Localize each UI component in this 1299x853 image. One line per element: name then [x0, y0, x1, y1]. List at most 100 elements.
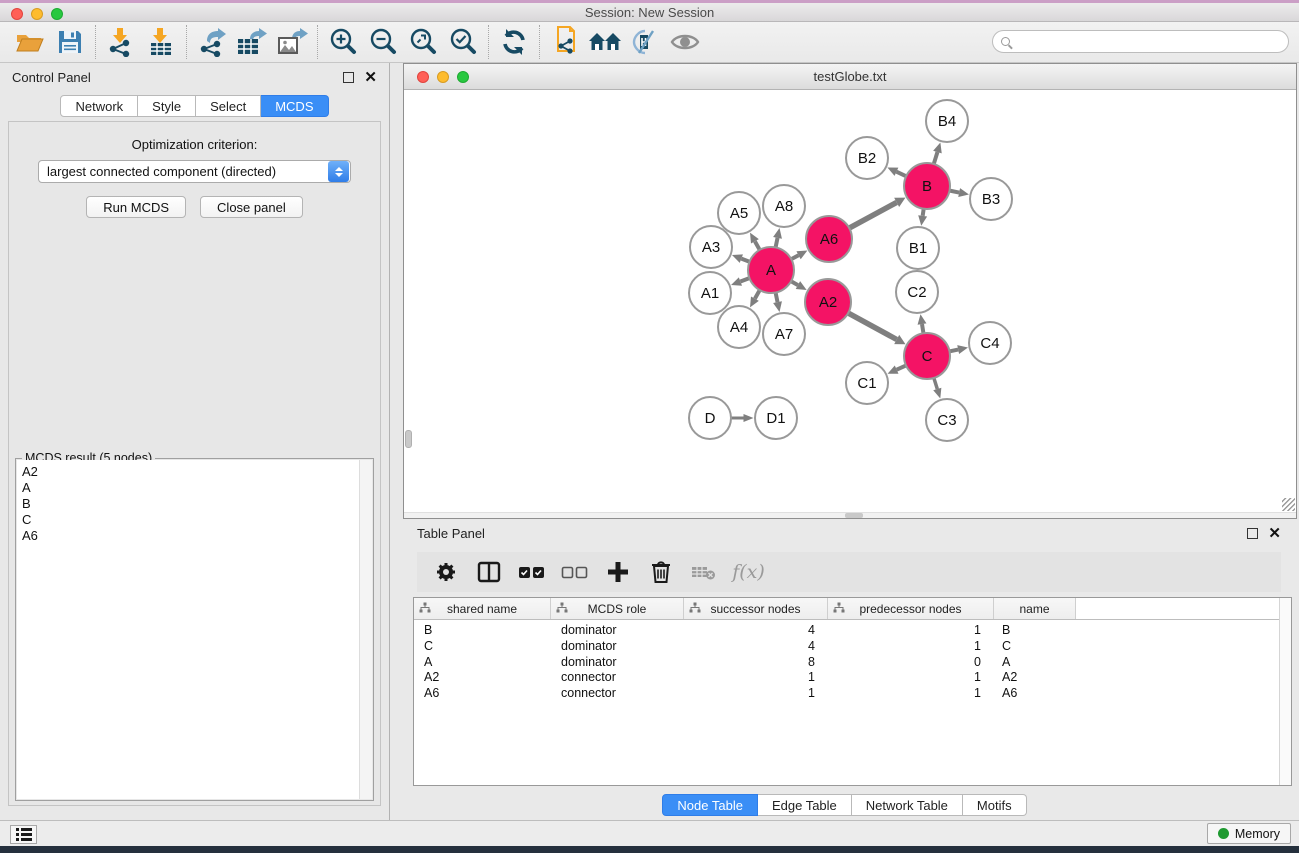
graph-node-C3[interactable]: C3: [926, 399, 968, 441]
cell-mcds-role[interactable]: dominator: [551, 655, 684, 671]
network-vertical-scrollbar[interactable]: [405, 430, 412, 448]
tab-style[interactable]: Style: [138, 95, 196, 117]
graph-node-C[interactable]: C: [904, 333, 950, 379]
network-close-button[interactable]: [417, 71, 429, 83]
graph-node-C1[interactable]: C1: [846, 362, 888, 404]
graph-edge-B-B4[interactable]: [933, 152, 937, 165]
cell-successor-nodes[interactable]: 8: [684, 655, 828, 671]
table-row[interactable]: C dominator 4 1 C: [414, 639, 1291, 655]
first-neighbors-button[interactable]: [545, 25, 585, 59]
column-header-predecessor-nodes[interactable]: predecessor nodes: [828, 598, 994, 619]
cell-successor-nodes[interactable]: 4: [684, 623, 828, 639]
network-window-titlebar[interactable]: testGlobe.txt: [404, 64, 1296, 90]
cell-predecessor-nodes[interactable]: 1: [828, 670, 994, 686]
table-row[interactable]: A6 connector 1 1 A6: [414, 686, 1291, 702]
graph-node-B4[interactable]: B4: [926, 100, 968, 142]
list-item[interactable]: A6: [17, 528, 372, 544]
minimize-window-button[interactable]: [31, 8, 43, 20]
cell-shared-name[interactable]: B: [414, 623, 551, 639]
graph-node-A2[interactable]: A2: [805, 279, 851, 325]
mcds-result-list[interactable]: A2 A B C A6: [17, 460, 372, 799]
save-session-button[interactable]: [50, 25, 90, 59]
cell-shared-name[interactable]: A6: [414, 686, 551, 702]
import-table-button[interactable]: [141, 25, 181, 59]
table-vertical-scrollbar[interactable]: [1279, 598, 1291, 785]
graph-node-B1[interactable]: B1: [897, 227, 939, 269]
table-row[interactable]: A dominator 8 0 A: [414, 655, 1291, 671]
column-header-mcds-role[interactable]: MCDS role: [551, 598, 684, 619]
list-item[interactable]: A2: [17, 464, 372, 480]
list-item[interactable]: A: [17, 480, 372, 496]
float-table-panel-icon[interactable]: [1247, 528, 1258, 539]
network-horizontal-scrollbar[interactable]: [845, 513, 863, 518]
export-image-button[interactable]: [272, 25, 312, 59]
delete-column-button[interactable]: [642, 556, 679, 588]
cell-successor-nodes[interactable]: 4: [684, 639, 828, 655]
delete-table-button[interactable]: [685, 556, 722, 588]
graph-node-A1[interactable]: A1: [689, 272, 731, 314]
tab-select[interactable]: Select: [196, 95, 261, 117]
cell-mcds-role[interactable]: dominator: [551, 623, 684, 639]
resize-grip[interactable]: [1282, 498, 1295, 511]
tab-motifs[interactable]: Motifs: [963, 794, 1027, 816]
close-window-button[interactable]: [11, 8, 23, 20]
graph-node-A8[interactable]: A8: [763, 185, 805, 227]
cell-predecessor-nodes[interactable]: 1: [828, 686, 994, 702]
cell-mcds-role[interactable]: dominator: [551, 639, 684, 655]
add-column-button[interactable]: [599, 556, 636, 588]
import-network-button[interactable]: [101, 25, 141, 59]
tab-node-table[interactable]: Node Table: [662, 794, 758, 816]
network-minimize-button[interactable]: [437, 71, 449, 83]
zoom-selected-button[interactable]: [443, 25, 483, 59]
graph-node-A4[interactable]: A4: [718, 306, 760, 348]
cell-shared-name[interactable]: A2: [414, 670, 551, 686]
graph-node-B2[interactable]: B2: [846, 137, 888, 179]
cell-name[interactable]: A: [994, 655, 1076, 671]
cell-mcds-role[interactable]: connector: [551, 686, 684, 702]
run-mcds-button[interactable]: Run MCDS: [86, 196, 186, 218]
criterion-select[interactable]: largest connected component (directed): [38, 160, 351, 183]
close-table-panel-icon[interactable]: ✕: [1268, 528, 1281, 539]
column-header-name[interactable]: name: [994, 598, 1076, 619]
split-table-button[interactable]: [470, 556, 507, 588]
cell-name[interactable]: C: [994, 639, 1076, 655]
show-task-history-button[interactable]: [10, 825, 37, 844]
cell-mcds-role[interactable]: connector: [551, 670, 684, 686]
search-field[interactable]: [992, 30, 1289, 53]
list-item[interactable]: C: [17, 512, 372, 528]
export-network-button[interactable]: [192, 25, 232, 59]
column-header-successor-nodes[interactable]: successor nodes: [684, 598, 828, 619]
graph-node-A3[interactable]: A3: [690, 226, 732, 268]
deselect-all-button[interactable]: [556, 556, 593, 588]
search-input[interactable]: [1016, 35, 1288, 49]
cell-successor-nodes[interactable]: 1: [684, 686, 828, 702]
select-all-button[interactable]: [513, 556, 550, 588]
zoom-in-button[interactable]: [323, 25, 363, 59]
memory-button[interactable]: Memory: [1207, 823, 1291, 844]
close-panel-icon[interactable]: ✕: [364, 72, 377, 83]
graph-node-A[interactable]: A: [748, 247, 794, 293]
birds-eye-button[interactable]: [665, 25, 705, 59]
cell-predecessor-nodes[interactable]: 1: [828, 639, 994, 655]
cell-name[interactable]: B: [994, 623, 1076, 639]
column-header-shared-name[interactable]: shared name: [414, 598, 551, 619]
graphics-details-button[interactable]: [625, 25, 665, 59]
graph-node-C4[interactable]: C4: [969, 322, 1011, 364]
cell-shared-name[interactable]: A: [414, 655, 551, 671]
graph-node-A6[interactable]: A6: [806, 216, 852, 262]
graph-node-A5[interactable]: A5: [718, 192, 760, 234]
graph-node-D[interactable]: D: [689, 397, 731, 439]
open-session-button[interactable]: [10, 25, 50, 59]
tab-edge-table[interactable]: Edge Table: [758, 794, 852, 816]
graph-edge-A6-B[interactable]: [848, 202, 896, 228]
function-builder-button[interactable]: f(x): [728, 556, 765, 588]
cell-predecessor-nodes[interactable]: 0: [828, 655, 994, 671]
cell-predecessor-nodes[interactable]: 1: [828, 623, 994, 639]
cell-name[interactable]: A2: [994, 670, 1076, 686]
cell-shared-name[interactable]: C: [414, 639, 551, 655]
table-row[interactable]: B dominator 4 1 B: [414, 623, 1291, 639]
table-settings-button[interactable]: [427, 556, 464, 588]
result-list-scrollbar[interactable]: [359, 460, 372, 799]
zoom-window-button[interactable]: [51, 8, 63, 20]
graph-node-C2[interactable]: C2: [896, 271, 938, 313]
